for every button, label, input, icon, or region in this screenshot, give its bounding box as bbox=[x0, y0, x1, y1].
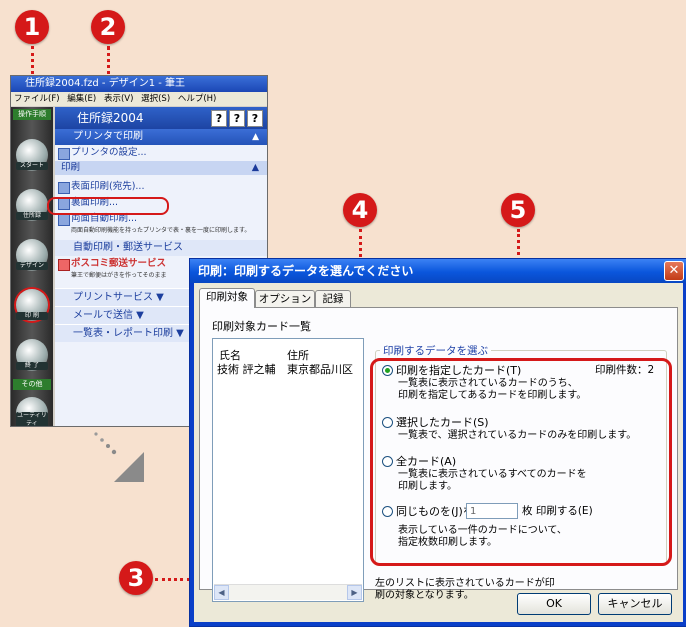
callout-4: 4 bbox=[343, 193, 377, 227]
list-item[interactable]: 東京都品川区 bbox=[287, 361, 353, 377]
connector-3 bbox=[155, 578, 190, 581]
section-auto-title: 自動印刷・郵送サービス bbox=[73, 242, 183, 253]
list-item[interactable]: 技術 評之輔 bbox=[217, 361, 276, 377]
card-list[interactable]: 氏名 住所 技術 評之輔 東京都品川区 ◀ ▶ bbox=[212, 338, 364, 602]
ok-button[interactable]: OK bbox=[517, 593, 591, 615]
help-icon[interactable]: ? bbox=[211, 110, 227, 127]
scroll-left-icon[interactable]: ◀ bbox=[214, 585, 229, 600]
front-print-label: 表面印刷(宛先)... bbox=[71, 181, 145, 192]
front-print-link[interactable]: 表面印刷(宛先)... bbox=[55, 179, 267, 195]
app-title: 住所録2004.fzd - デザイン1 - 筆王 bbox=[25, 78, 186, 89]
list-report-label: 一覧表・レポート印刷 bbox=[73, 328, 173, 339]
print-button[interactable]: 印 刷 bbox=[16, 289, 48, 321]
tab-panel: 印刷対象カード一覧 氏名 住所 技術 評之輔 東京都品川区 ◀ ▶ 印刷するデー… bbox=[199, 307, 678, 602]
tab-print-target[interactable]: 印刷対象 bbox=[199, 288, 255, 308]
menu-help[interactable]: ヘルプ(H) bbox=[178, 94, 217, 104]
collapse-icon[interactable]: ▲ bbox=[252, 161, 259, 175]
dialog-body: 印刷対象 オプション 記録 印刷対象カード一覧 氏名 住所 技術 評之輔 東京都… bbox=[194, 283, 683, 622]
section-printer-title: プリンタで印刷 bbox=[73, 131, 143, 142]
design-button[interactable]: デザイン bbox=[16, 239, 48, 271]
direction-arrow-icon bbox=[94, 432, 144, 482]
menu-view[interactable]: 表示(V) bbox=[104, 94, 133, 104]
printer-icon bbox=[58, 148, 70, 160]
menu-file[interactable]: ファイル(F) bbox=[14, 94, 60, 104]
panel-header: 住所録2004 ? ? ? bbox=[55, 107, 267, 129]
dialog-title-bar: 印刷：印刷するデータを選んでください ✕ bbox=[190, 259, 686, 283]
horizontal-scrollbar[interactable]: ◀ ▶ bbox=[214, 584, 362, 600]
app-menu-bar: ファイル(F) 編集(E) 表示(V) 選択(S) ヘルプ(H) bbox=[11, 92, 267, 106]
left-tag-other: その他 bbox=[13, 379, 51, 390]
print-subsection: 印刷 ▲ bbox=[55, 161, 267, 175]
list-label: 印刷対象カード一覧 bbox=[212, 320, 311, 333]
menu-select[interactable]: 選択(S) bbox=[141, 94, 170, 104]
address-book-label: 住所録 bbox=[16, 212, 48, 220]
printer-settings-link[interactable]: プリンタの設定... bbox=[55, 145, 267, 161]
address-book-button[interactable]: 住所録 bbox=[16, 189, 48, 221]
left-tag-steps: 操作手順 bbox=[13, 109, 51, 120]
printer-settings-label: プリンタの設定... bbox=[71, 147, 147, 158]
option-highlight-box bbox=[370, 358, 672, 566]
design-label: デザイン bbox=[16, 262, 48, 270]
tab-log[interactable]: 記録 bbox=[315, 290, 351, 308]
front-print-highlight bbox=[47, 197, 169, 215]
print-sub-label: 印刷 bbox=[61, 162, 81, 173]
cancel-button[interactable]: キャンセル bbox=[598, 593, 672, 615]
duplex-note: 両面自動印刷機能を持ったプリンタで表・裏を一度に印刷します。 bbox=[71, 227, 251, 234]
note-line: 左のリストに表示されているカードが印 bbox=[375, 578, 555, 589]
utility-button[interactable]: ユーティリティ bbox=[16, 397, 48, 427]
tab-options[interactable]: オプション bbox=[255, 290, 315, 308]
section-printer-print[interactable]: プリンタで印刷 ▲ bbox=[55, 129, 267, 145]
scroll-right-icon[interactable]: ▶ bbox=[347, 585, 362, 600]
utility-label: ユーティリティ bbox=[16, 412, 48, 427]
exit-button[interactable]: 終 了 bbox=[16, 339, 48, 371]
help-icon[interactable]: ? bbox=[247, 110, 263, 127]
dialog-title: 印刷：印刷するデータを選んでください bbox=[198, 264, 414, 278]
mail-icon bbox=[58, 259, 70, 271]
start-label: スタート bbox=[16, 162, 48, 170]
poscomi-label: ポスコミ郵送サービス bbox=[71, 258, 167, 269]
print-label: 印 刷 bbox=[16, 312, 48, 320]
print-service-label: プリントサービス bbox=[73, 292, 153, 303]
help-icon[interactable]: ? bbox=[229, 110, 245, 127]
card-icon bbox=[58, 214, 70, 226]
callout-1: 1 bbox=[15, 10, 49, 44]
panel-title: 住所録2004 bbox=[77, 111, 144, 125]
mail-send-label: メールで送信 bbox=[73, 310, 133, 321]
collapse-icon[interactable]: ▲ bbox=[252, 129, 259, 145]
close-icon[interactable]: ✕ bbox=[664, 261, 684, 281]
app-title-bar: 住所録2004.fzd - デザイン1 - 筆王 bbox=[11, 76, 267, 92]
left-toolbar: 操作手順 スタート 住所録 デザイン 印 刷 終 了 その他 ユーティリティ bbox=[11, 107, 53, 426]
exit-label: 終 了 bbox=[16, 362, 48, 370]
start-button[interactable]: スタート bbox=[16, 139, 48, 171]
callout-5: 5 bbox=[501, 193, 535, 227]
callout-3: 3 bbox=[119, 561, 153, 595]
card-icon bbox=[58, 182, 70, 194]
menu-edit[interactable]: 編集(E) bbox=[67, 94, 96, 104]
callout-2: 2 bbox=[91, 10, 125, 44]
group-legend: 印刷するデータを選ぶ bbox=[380, 343, 491, 358]
print-dialog: 印刷：印刷するデータを選んでください ✕ 印刷対象 オプション 記録 印刷対象カ… bbox=[189, 258, 686, 627]
section-auto-print[interactable]: 自動印刷・郵送サービス bbox=[55, 240, 267, 256]
